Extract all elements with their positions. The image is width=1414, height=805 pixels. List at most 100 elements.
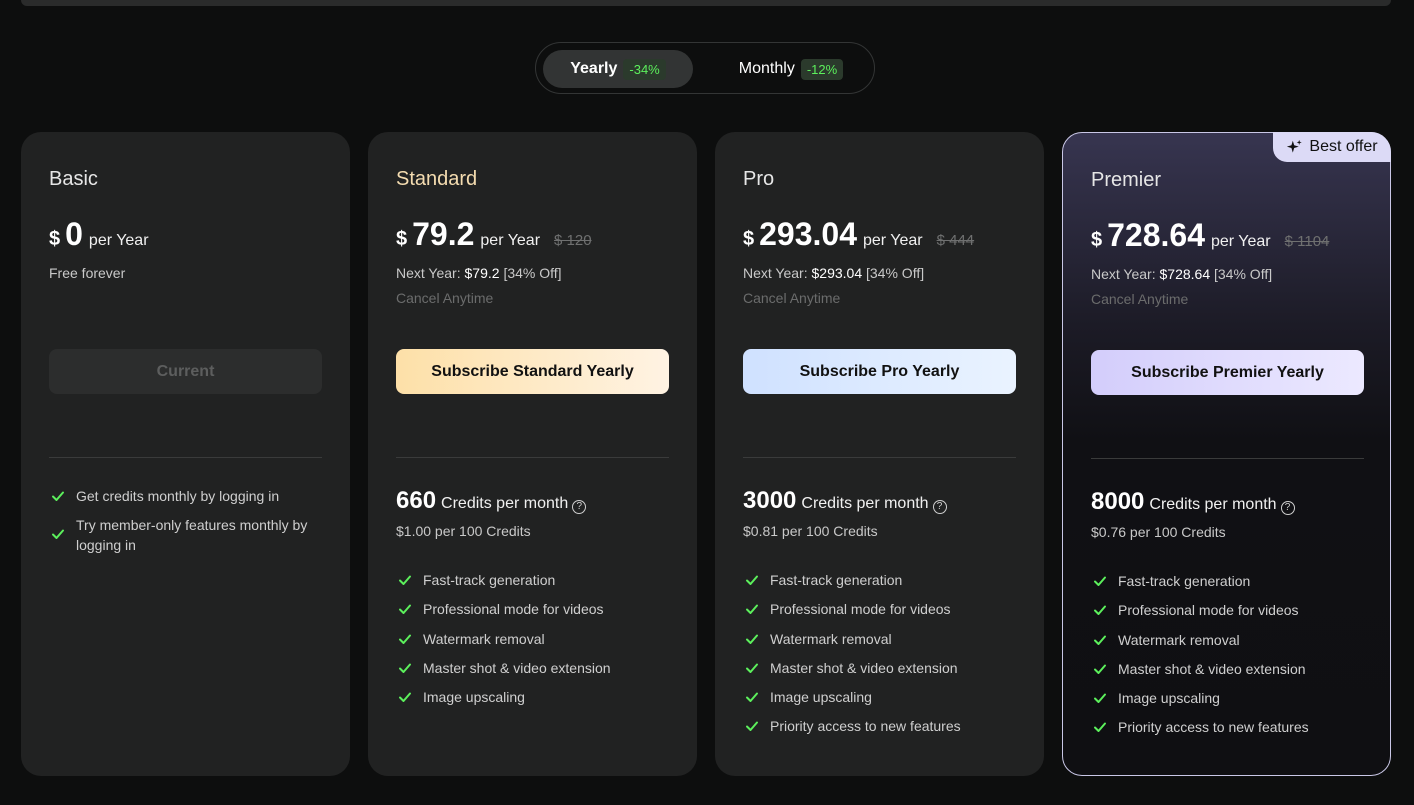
feature-item: Priority access to new features — [743, 716, 1016, 736]
yearly-discount-badge: -34% — [623, 58, 666, 80]
sparkle-icon — [1287, 139, 1303, 153]
price-period: per Year — [1211, 233, 1271, 250]
feature-item: Professional mode for videos — [396, 599, 669, 619]
original-price: $ 120 — [554, 232, 592, 249]
check-icon — [51, 489, 65, 503]
check-icon — [745, 632, 759, 646]
check-icon — [745, 690, 759, 704]
price-row: $ 728.64 per Year $ 1104 — [1091, 217, 1329, 254]
credits-label: Credits per month — [801, 495, 929, 512]
feature-item: Priority access to new features — [1091, 717, 1364, 737]
feature-list: Get credits monthly by logging in Try me… — [49, 486, 322, 563]
check-icon — [745, 602, 759, 616]
next-year-price: Next Year: $79.2 [34% Off] — [396, 265, 562, 281]
check-icon — [745, 719, 759, 733]
feature-item: Master shot & video extension — [396, 658, 669, 678]
credit-price: $0.76 per 100 Credits — [1091, 524, 1226, 540]
credits-amount: 660 — [396, 487, 437, 514]
help-icon[interactable]: ? — [1280, 500, 1295, 515]
check-icon — [1093, 720, 1107, 734]
feature-item: Try member-only features monthly by logg… — [49, 515, 322, 555]
cancel-anytime-text: Cancel Anytime — [396, 290, 494, 306]
feature-item: Watermark removal — [396, 629, 669, 649]
current-plan-button[interactable]: Current — [49, 349, 322, 394]
check-icon — [398, 690, 412, 704]
feature-item: Fast-track generation — [743, 570, 1016, 590]
top-bar — [21, 0, 1391, 6]
check-icon — [1093, 662, 1107, 676]
credits-amount: 3000 — [743, 487, 797, 514]
feature-item: Image upscaling — [396, 687, 669, 707]
plan-name: Premier — [1091, 169, 1162, 191]
credits-row: 8000 Credits per month ? — [1091, 488, 1295, 516]
price-period: per Year — [480, 232, 541, 249]
divider — [1091, 458, 1364, 459]
billing-toggle: Yearly -34% Monthly -12% — [535, 42, 875, 94]
feature-item: Fast-track generation — [1091, 571, 1364, 591]
check-icon — [398, 602, 412, 616]
feature-item: Master shot & video extension — [743, 658, 1016, 678]
price-period: per Year — [863, 232, 923, 249]
credits-row: 3000 Credits per month ? — [743, 487, 947, 515]
credits-amount: 8000 — [1091, 488, 1145, 515]
feature-item: Master shot & video extension — [1091, 659, 1364, 679]
price-amount: 728.64 — [1107, 217, 1205, 253]
cancel-anytime-text: Cancel Anytime — [743, 290, 841, 306]
check-icon — [1093, 603, 1107, 617]
currency-symbol: $ — [396, 228, 408, 250]
subscribe-pro-button[interactable]: Subscribe Pro Yearly — [743, 349, 1016, 394]
check-icon — [51, 527, 65, 541]
feature-item: Watermark removal — [1091, 630, 1364, 650]
help-icon[interactable]: ? — [932, 499, 947, 514]
plan-card-standard: Standard $ 79.2 per Year $ 120 Next Year… — [368, 132, 697, 776]
feature-item: Professional mode for videos — [1091, 600, 1364, 620]
check-icon — [398, 573, 412, 587]
subscribe-premier-button[interactable]: Subscribe Premier Yearly — [1091, 350, 1364, 395]
plan-name: Pro — [743, 168, 775, 190]
help-icon[interactable]: ? — [572, 499, 587, 514]
feature-item: Professional mode for videos — [743, 599, 1016, 619]
divider — [49, 457, 322, 458]
feature-item: Fast-track generation — [396, 570, 669, 590]
check-icon — [398, 632, 412, 646]
feature-list: Fast-track generation Professional mode … — [396, 570, 669, 716]
price-row: $ 293.04 per Year $ 444 — [743, 216, 974, 253]
divider — [743, 457, 1016, 458]
currency-symbol: $ — [49, 228, 61, 250]
original-price: $ 444 — [936, 232, 975, 249]
divider — [396, 457, 669, 458]
feature-list: Fast-track generation Professional mode … — [743, 570, 1016, 746]
feature-item: Image upscaling — [743, 687, 1016, 707]
plan-name: Basic — [49, 168, 98, 190]
yearly-option[interactable]: Yearly -34% — [543, 50, 693, 88]
check-icon — [398, 661, 412, 675]
cancel-anytime-text: Cancel Anytime — [1091, 291, 1189, 307]
best-offer-badge: Best offer — [1273, 132, 1391, 162]
check-icon — [745, 661, 759, 675]
subscribe-standard-button[interactable]: Subscribe Standard Yearly — [396, 349, 669, 394]
price-amount: 79.2 — [412, 216, 475, 252]
price-row: $ 79.2 per Year $ 120 — [396, 216, 592, 253]
price-amount: 0 — [65, 216, 83, 252]
price-amount: 293.04 — [759, 216, 857, 252]
check-icon — [1093, 574, 1107, 588]
original-price: $ 1104 — [1284, 233, 1330, 250]
currency-symbol: $ — [1091, 229, 1103, 251]
check-icon — [1093, 633, 1107, 647]
plan-card-basic: Basic $ 0 per Year Free forever Current … — [21, 132, 350, 776]
monthly-option[interactable]: Monthly -12% — [716, 50, 866, 88]
credit-price: $0.81 per 100 Credits — [743, 523, 878, 539]
yearly-label: Yearly — [570, 60, 618, 77]
plan-card-pro: Pro $ 293.04 per Year $ 444 Next Year: $… — [715, 132, 1044, 776]
plan-note: Free forever — [49, 265, 126, 281]
best-offer-label: Best offer — [1309, 138, 1378, 155]
feature-item: Watermark removal — [743, 629, 1016, 649]
credits-label: Credits per month — [441, 495, 569, 512]
feature-list: Fast-track generation Professional mode … — [1091, 571, 1364, 747]
check-icon — [1093, 691, 1107, 705]
price-row: $ 0 per Year — [49, 216, 163, 253]
monthly-discount-badge: -12% — [800, 58, 844, 80]
credits-label: Credits per month — [1149, 496, 1277, 513]
next-year-price: Next Year: $293.04 [34% Off] — [743, 265, 925, 281]
check-icon — [745, 573, 759, 587]
